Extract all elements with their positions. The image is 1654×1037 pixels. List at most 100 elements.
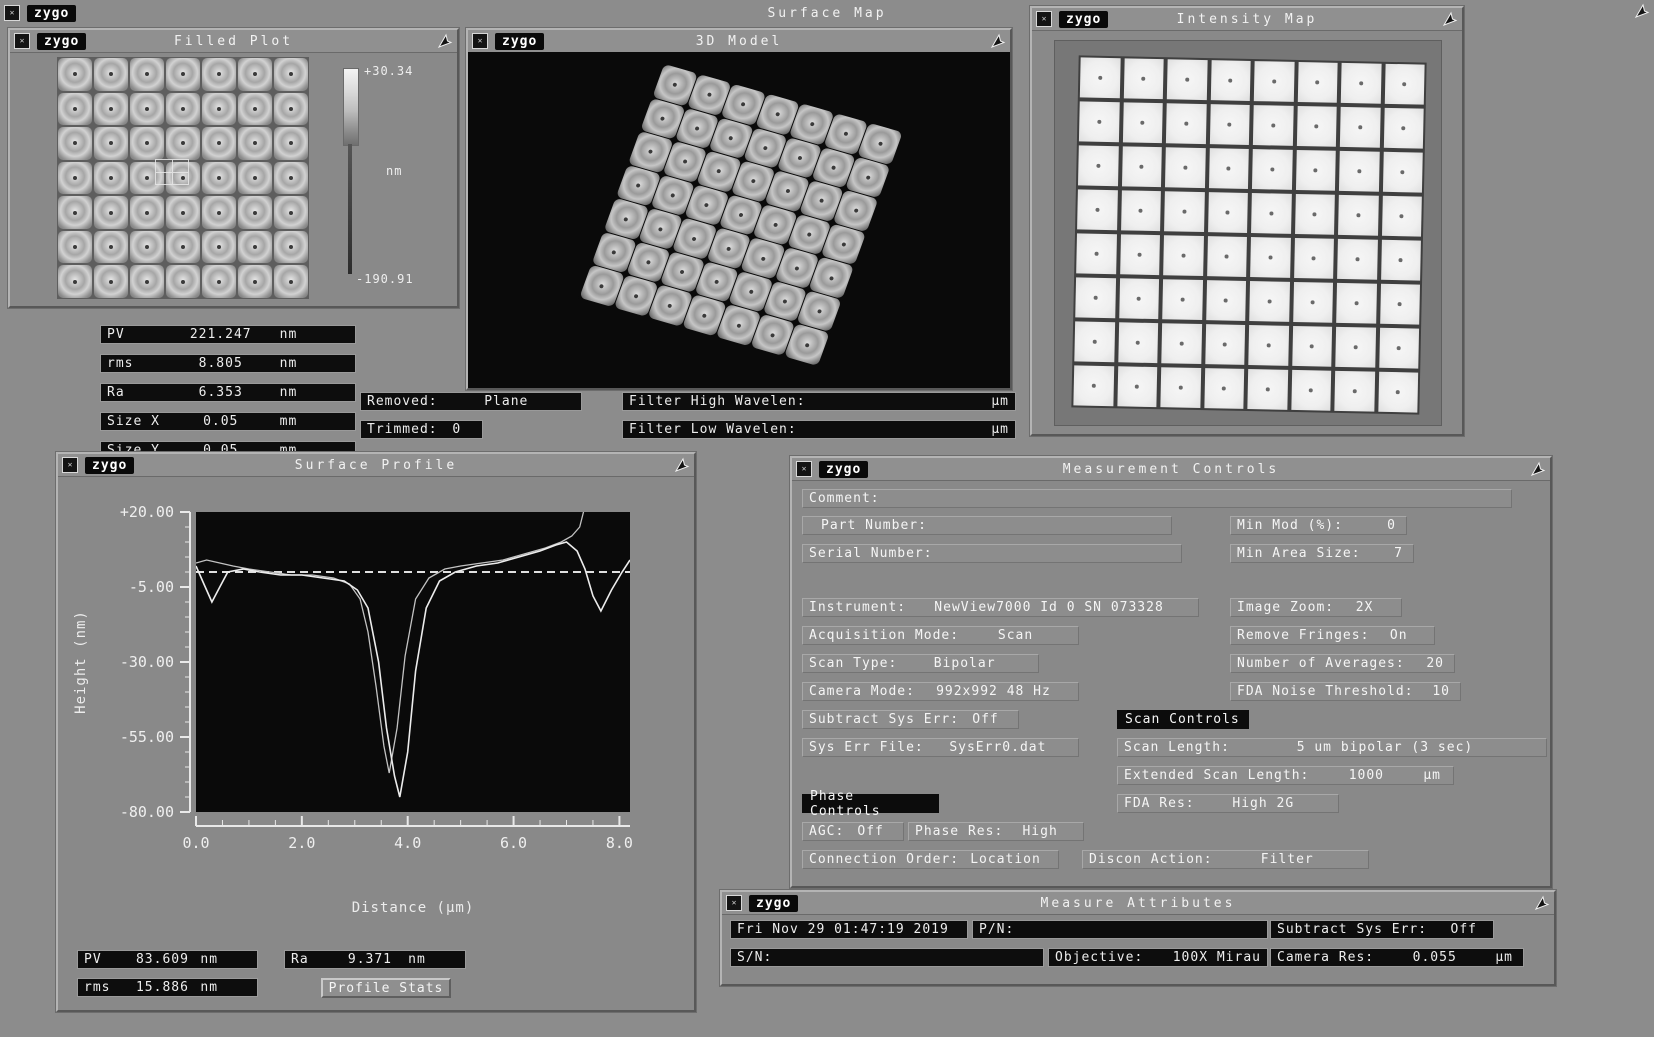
part-number-field[interactable]: Part Number: [802, 516, 1172, 535]
serial-number-field[interactable]: Serial Number: [802, 544, 1182, 563]
remove-fringes-field[interactable]: Remove Fringes:On [1230, 626, 1435, 645]
y-axis-label: Height (nm) [73, 587, 89, 737]
zygo-logo: zygo [819, 461, 868, 478]
close-icon[interactable] [796, 461, 812, 477]
svg-text:+20.00: +20.00 [120, 503, 174, 521]
ma-subtract-sys-err-field: Subtract Sys Err:Off [1270, 920, 1494, 939]
camera-mode-field[interactable]: Camera Mode:992x992 48 Hz [802, 682, 1079, 701]
svg-text:-5.00: -5.00 [129, 578, 174, 596]
pin-icon[interactable] [1534, 895, 1550, 911]
instrument-field[interactable]: Instrument:NewView7000 Id 0 SN 073328 [802, 598, 1199, 617]
svg-text:2.0: 2.0 [288, 834, 315, 852]
surface-profile-window: zygo Surface Profile +20.00 -5.00 -30.00 -5… [56, 452, 696, 1012]
stat-size-x: Size X0.05mm [100, 412, 356, 431]
pin-icon[interactable] [1634, 3, 1650, 19]
surface-profile-chart[interactable]: +20.00 -5.00 -30.00 -55.00 -80.00 0.0 2.0 4.0 6.… [116, 502, 640, 872]
pin-icon[interactable] [437, 33, 453, 49]
zygo-logo: zygo [749, 895, 798, 912]
close-icon[interactable] [4, 5, 20, 21]
sys-err-file-field[interactable]: Sys Err File:SysErr0.dat [802, 738, 1079, 757]
discon-action-field[interactable]: Discon Action:Filter [1082, 850, 1369, 869]
model-3d-window: zygo 3D Model [466, 28, 1012, 390]
pin-icon[interactable] [990, 33, 1006, 49]
close-icon[interactable] [1036, 11, 1052, 27]
svg-text:-80.00: -80.00 [120, 803, 174, 821]
camera-res-field: Camera Res:0.055µm [1270, 948, 1524, 967]
close-icon[interactable] [14, 33, 30, 49]
pn-field[interactable]: P/N: [972, 920, 1268, 939]
phase-controls-label: Phase Controls [802, 794, 939, 813]
scan-controls-label: Scan Controls [1117, 710, 1249, 729]
svg-text:0.0: 0.0 [182, 834, 209, 852]
intensity-map-frame [1054, 40, 1442, 426]
surface-profile-titlebar[interactable]: zygo Surface Profile [58, 454, 694, 477]
connection-order-field[interactable]: Connection Order:Location [802, 850, 1059, 869]
filter-high-field[interactable]: Filter High Wavelen:µm [622, 392, 1016, 411]
sn-field[interactable]: S/N: [730, 948, 1044, 967]
stat-rms: rms8.805nm [100, 354, 356, 373]
measure-attributes-titlebar[interactable]: zygo Measure Attributes [722, 892, 1554, 915]
colorbar-unit: nm [386, 164, 402, 178]
x-axis-label: Distance (µm) [196, 900, 630, 916]
pin-icon[interactable] [674, 457, 690, 473]
colorbar [343, 68, 359, 146]
zygo-logo: zygo [27, 5, 76, 22]
trimmed-field: Trimmed:0 [360, 420, 483, 439]
intensity-map-titlebar[interactable]: zygo Intensity Map [1032, 8, 1462, 31]
svg-text:6.0: 6.0 [500, 834, 527, 852]
filter-low-field[interactable]: Filter Low Wavelen:µm [622, 420, 1016, 439]
filled-plot-titlebar[interactable]: zygo Filled Plot [10, 30, 457, 53]
filled-plot-image[interactable] [57, 57, 309, 299]
measure-attributes-window: zygo Measure Attributes Fri Nov 29 01:47… [720, 890, 1556, 986]
model-3d-object [578, 63, 904, 367]
zygo-logo: zygo [495, 33, 544, 50]
svg-text:4.0: 4.0 [394, 834, 421, 852]
removed-field: Removed:Plane [360, 392, 582, 411]
profile-stat-pv: PV83.609nm [77, 950, 258, 969]
agc-field[interactable]: AGC:Off [802, 822, 904, 841]
intensity-map-window: zygo Intensity Map [1030, 6, 1464, 436]
svg-text:8.0: 8.0 [606, 834, 633, 852]
image-zoom-field[interactable]: Image Zoom:2X [1230, 598, 1402, 617]
profile-stats-button[interactable]: Profile Stats [321, 978, 451, 998]
pin-icon[interactable] [1442, 11, 1458, 27]
min-mod-field[interactable]: Min Mod (%):0 [1230, 516, 1407, 535]
min-area-size-field[interactable]: Min Area Size:7 [1230, 544, 1414, 563]
filled-plot-window: zygo Filled Plot +30.34 nm -190.91 [8, 28, 459, 308]
svg-text:-55.00: -55.00 [120, 728, 174, 746]
surface-profile-title: Surface Profile [58, 458, 694, 473]
subtract-sys-err-field[interactable]: Subtract Sys Err:Off [802, 710, 1019, 729]
profile-stat-rms: rms15.886nm [77, 978, 258, 997]
scan-length-field[interactable]: Scan Length:5 um bipolar (3 sec) [1117, 738, 1547, 757]
close-icon[interactable] [472, 33, 488, 49]
extended-scan-length-field[interactable]: Extended Scan Length:1000µm [1117, 766, 1454, 785]
model-3d-title: 3D Model [468, 34, 1010, 49]
intensity-map-image[interactable] [1071, 55, 1426, 414]
phase-res-field[interactable]: Phase Res:High [908, 822, 1084, 841]
stat-pv: PV221.247nm [100, 325, 356, 344]
model-3d-viewport[interactable] [468, 52, 1010, 388]
scan-type-field[interactable]: Scan Type:Bipolar [802, 654, 1039, 673]
zygo-logo: zygo [37, 33, 86, 50]
fda-noise-threshold-field[interactable]: FDA Noise Threshold:10 [1230, 682, 1461, 701]
pin-icon[interactable] [1530, 461, 1546, 477]
measurement-controls-titlebar[interactable]: zygo Measurement Controls [792, 458, 1550, 481]
acquisition-mode-field[interactable]: Acquisition Mode:Scan [802, 626, 1079, 645]
timestamp-field: Fri Nov 29 01:47:19 2019 [730, 920, 968, 939]
metropro-desktop: zygo Surface Map zygo Filled Plot +30.34… [0, 0, 1654, 1037]
close-icon[interactable] [62, 457, 78, 473]
close-icon[interactable] [726, 895, 742, 911]
number-of-averages-field[interactable]: Number of Averages:20 [1230, 654, 1455, 673]
fda-res-field[interactable]: FDA Res:High 2G [1117, 794, 1339, 813]
zygo-logo: zygo [1059, 11, 1108, 28]
comment-field[interactable]: Comment: [802, 489, 1512, 508]
svg-text:-30.00: -30.00 [120, 653, 174, 671]
model-3d-titlebar[interactable]: zygo 3D Model [468, 30, 1010, 53]
measure-attributes-title: Measure Attributes [722, 896, 1554, 911]
profile-stat-ra: Ra9.371nm [284, 950, 466, 969]
objective-field: Objective:100X Mirau [1048, 948, 1268, 967]
stat-ra: Ra6.353nm [100, 383, 356, 402]
measurement-controls-window: zygo Measurement Controls Comment: Part … [790, 456, 1552, 888]
crosshair-marker [155, 159, 189, 185]
measurement-controls-title: Measurement Controls [792, 462, 1550, 477]
